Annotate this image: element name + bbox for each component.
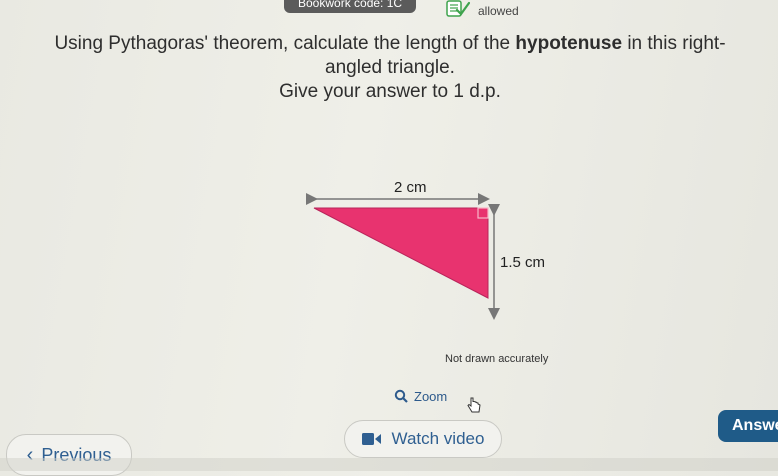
right-triangle: [313, 207, 489, 299]
not-accurate-note: Not drawn accurately: [445, 353, 549, 365]
top-length-label: 2 cm: [394, 179, 427, 196]
hand-cursor-icon: [467, 397, 481, 413]
side-length-label: 1.5 cm: [500, 254, 545, 271]
triangle-diagram: 2 cm 1.5 cm Not drawn accurately: [306, 179, 549, 365]
watch-video-button[interactable]: Watch video: [344, 420, 502, 458]
zoom-button[interactable]: Zoom: [394, 386, 447, 406]
footer-shadow: [0, 458, 778, 471]
watch-video-label: Watch video: [391, 429, 485, 448]
video-camera-icon: [361, 433, 381, 445]
zoom-label: Zoom: [414, 388, 448, 404]
answer-button[interactable]: Answe: [718, 410, 778, 442]
magnifier-icon: [394, 389, 408, 403]
